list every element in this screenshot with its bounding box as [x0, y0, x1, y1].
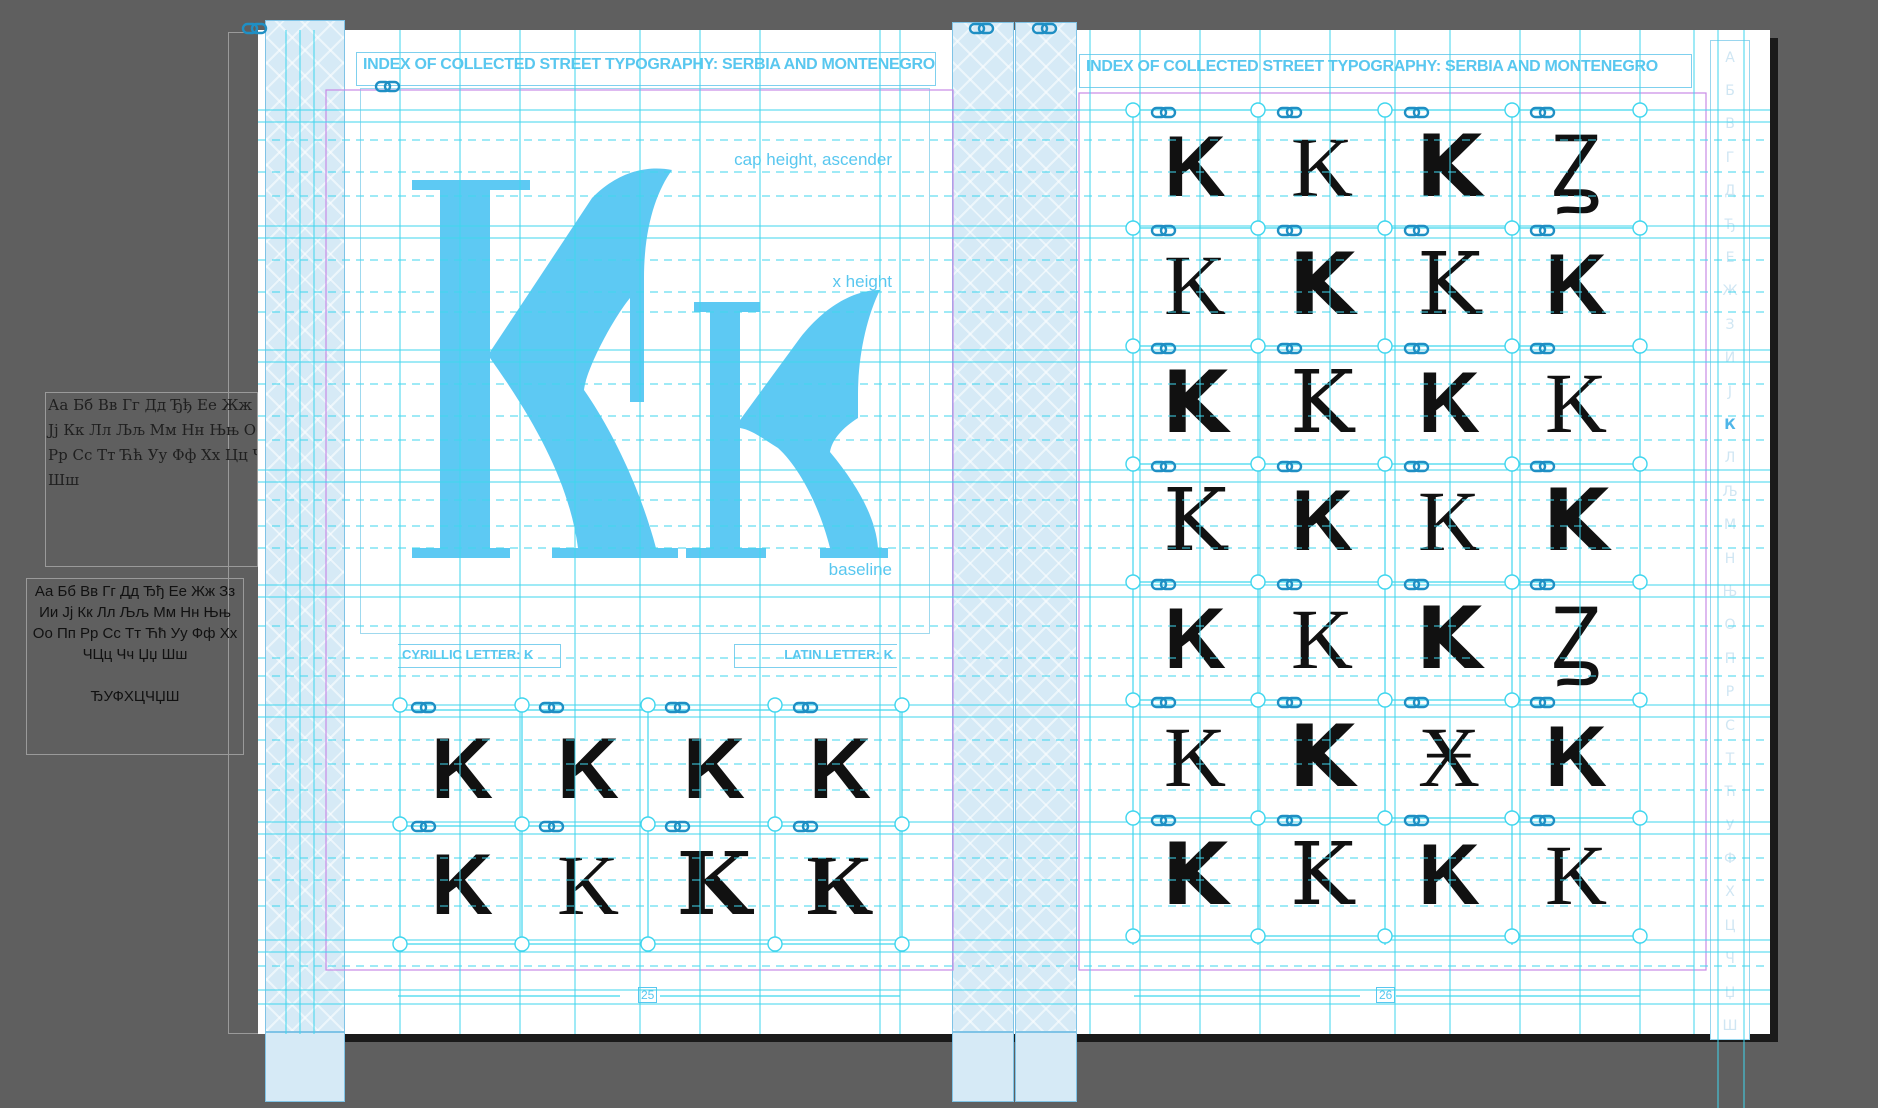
street-glyph-sample[interactable]: K	[1260, 110, 1384, 224]
street-glyph-sample[interactable]: K	[1387, 228, 1511, 342]
x-height-label: x height	[832, 272, 892, 291]
alphabet-line: Јј Кк Лл Љљ Мм Нн Њњ Оо Пп	[48, 421, 257, 439]
street-glyph-sample[interactable]: Ӿ	[1387, 700, 1511, 814]
street-glyph-sample[interactable]: K	[1133, 110, 1257, 224]
street-glyph-sample[interactable]: K	[1514, 700, 1638, 814]
alphabet-index-letter[interactable]: Њ	[1711, 575, 1749, 608]
alphabet-line: Ии Јј Кк Лл Љљ Мм Нн Њњ	[39, 604, 231, 621]
street-glyph-sample[interactable]: K	[400, 712, 524, 826]
alphabet-index-letter[interactable]: Џ	[1711, 976, 1749, 1009]
alphabet-index-letter[interactable]: Ц	[1711, 909, 1749, 942]
street-glyph-sample[interactable]: K	[1260, 228, 1384, 342]
alphabet-index-letter[interactable]: П	[1711, 642, 1749, 675]
street-glyph-sample[interactable]: K	[1387, 464, 1511, 578]
gutter-tab-2[interactable]	[1015, 1032, 1077, 1102]
alphabet-index-letter[interactable]: Ј	[1711, 375, 1749, 408]
street-glyph-sample[interactable]: K	[1133, 464, 1257, 578]
cap-height-label: cap height, ascender	[734, 150, 892, 169]
street-glyph-sample[interactable]: K	[778, 828, 902, 942]
street-glyph-sample[interactable]: K	[778, 712, 902, 826]
street-glyph-sample[interactable]: K	[400, 828, 524, 942]
alphabet-index-letter[interactable]: Б	[1711, 74, 1749, 107]
street-glyph-sample[interactable]: K	[1133, 818, 1257, 932]
alphabet-index-letter[interactable]: Ђ	[1711, 208, 1749, 241]
street-glyph-sample[interactable]: K	[1514, 818, 1638, 932]
street-glyph-sample[interactable]: K	[1387, 110, 1511, 224]
alphabet-line	[27, 665, 243, 686]
alphabet-index-letter[interactable]: М	[1711, 508, 1749, 541]
alphabet-line: Оо Пп Рр Сс Тт Ћћ Уу Фф Хх	[32, 625, 238, 642]
street-glyph-sample[interactable]: K	[1260, 464, 1384, 578]
alphabet-index-letter[interactable]: Ћ	[1711, 776, 1749, 809]
street-glyph-sample[interactable]: K	[526, 828, 650, 942]
gutter-tab-1[interactable]	[952, 1032, 1014, 1102]
street-glyph-sample[interactable]: K	[1133, 346, 1257, 460]
alphabet-index-letter[interactable]: К	[1711, 408, 1749, 441]
street-glyph-sample[interactable]: K	[1260, 818, 1384, 932]
gutter-column-1	[952, 22, 1014, 1032]
alphabet-index-letter[interactable]: Ч	[1711, 943, 1749, 976]
alphabet-index-letter[interactable]: Д	[1711, 175, 1749, 208]
cyrillic-alphabet-serif-frame[interactable]: Аа Бб Вв Гг Дд Ђђ Ее Жж Зз Ии Јј Кк Лл Љ…	[45, 392, 258, 567]
street-glyph-sample[interactable]: K	[1260, 582, 1384, 696]
specimen-glyph-k	[686, 290, 888, 558]
street-glyph-sample[interactable]: K	[1514, 228, 1638, 342]
alphabet-index: АБВГДЂЕЖЗИЈКЛЉМНЊОПРСТЋУФХЦЧЏШ	[1710, 40, 1750, 1040]
alphabet-index-letter[interactable]: Ш	[1711, 1009, 1749, 1042]
street-glyph-sample[interactable]: K	[1260, 346, 1384, 460]
alphabet-index-letter[interactable]: Љ	[1711, 475, 1749, 508]
street-glyph-sample[interactable]: K	[1133, 700, 1257, 814]
page-header-right[interactable]: INDEX OF COLLECTED STREET TYPOGRAPHY: SE…	[1079, 54, 1692, 88]
alphabet-line: Шш	[48, 471, 80, 489]
street-glyph-sample[interactable]: K	[526, 712, 650, 826]
street-glyph-sample[interactable]: K	[652, 712, 776, 826]
alphabet-index-letter[interactable]: С	[1711, 709, 1749, 742]
street-glyph-sample[interactable]: K	[1387, 582, 1511, 696]
street-glyph-sample[interactable]: K	[1133, 582, 1257, 696]
alphabet-index-letter[interactable]: Т	[1711, 742, 1749, 775]
alphabet-index-letter[interactable]: Г	[1711, 141, 1749, 174]
page-number-left: 25	[638, 987, 658, 1003]
specimen-glyph-K	[412, 168, 678, 558]
caption-latin[interactable]: LATIN LETTER: K	[734, 644, 897, 668]
street-glyph-sample[interactable]: Ꙁ	[1514, 582, 1638, 696]
street-glyph-sample[interactable]: K	[1387, 346, 1511, 460]
alphabet-index-letter[interactable]: А	[1711, 41, 1749, 74]
street-glyph-sample[interactable]: K	[1133, 228, 1257, 342]
bleed-tab-left[interactable]	[265, 1032, 345, 1102]
alphabet-index-letter[interactable]: Р	[1711, 675, 1749, 708]
alphabet-index-letter[interactable]: Ф	[1711, 842, 1749, 875]
page-number-right: 26	[1376, 987, 1396, 1003]
alphabet-index-letter[interactable]: Н	[1711, 542, 1749, 575]
alphabet-index-letter[interactable]: О	[1711, 609, 1749, 642]
alphabet-line: Аа Бб Вв Гг Дд Ђђ Ее Жж Зз Ии	[48, 396, 257, 414]
bleed-column-left	[265, 20, 345, 1032]
alphabet-index-letter[interactable]: Л	[1711, 442, 1749, 475]
alphabet-line: ЧЦц Чч Џџ Шш	[82, 646, 188, 663]
street-glyph-sample[interactable]: K	[1514, 464, 1638, 578]
alphabet-index-letter[interactable]: У	[1711, 809, 1749, 842]
alphabet-line: Аа Бб Вв Гг Дд Ђђ Ее Жж Зз	[34, 583, 236, 600]
baseline-label: baseline	[828, 560, 892, 579]
street-glyph-sample[interactable]: Ꙁ	[1514, 110, 1638, 224]
alphabet-line: Рр Сс Тт Ћћ Уу Фф Хх Цц Чч Џџ	[48, 446, 257, 464]
cyrillic-alphabet-sans-frame[interactable]: Аа Бб Вв Гг Дд Ђђ Ее Жж Зз Ии Јј Кк Лл Љ…	[26, 578, 244, 755]
gutter-column-2	[1015, 22, 1077, 1032]
street-glyph-sample[interactable]: K	[1260, 700, 1384, 814]
street-glyph-sample[interactable]: K	[652, 828, 776, 942]
alphabet-index-letter[interactable]: Е	[1711, 241, 1749, 274]
alphabet-index-letter[interactable]: В	[1711, 108, 1749, 141]
alphabet-index-letter[interactable]: Ж	[1711, 275, 1749, 308]
street-glyph-sample[interactable]: K	[1514, 346, 1638, 460]
caption-cyrillic[interactable]: CYRILLIC LETTER: K	[398, 644, 561, 668]
alphabet-index-letter[interactable]: И	[1711, 342, 1749, 375]
alphabet-index-letter[interactable]: Х	[1711, 876, 1749, 909]
street-glyph-sample[interactable]: K	[1387, 818, 1511, 932]
alphabet-line: ЂУФХЦЧЏШ	[90, 688, 180, 705]
alphabet-index-letter[interactable]: З	[1711, 308, 1749, 341]
page-header-left[interactable]: INDEX OF COLLECTED STREET TYPOGRAPHY: SE…	[356, 52, 936, 86]
